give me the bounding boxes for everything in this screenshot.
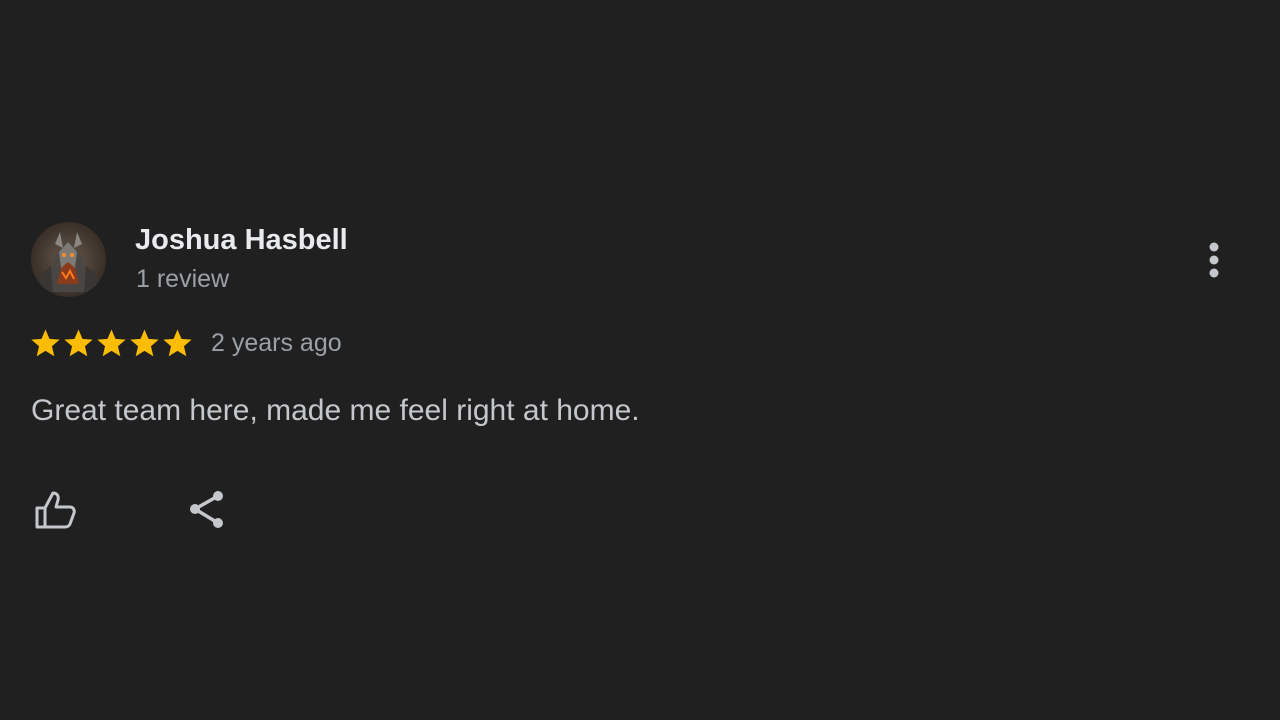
more-vert-icon — [1209, 242, 1219, 278]
star-icon — [64, 328, 93, 356]
review-text: Great team here, made me feel right at h… — [31, 394, 640, 427]
thumbs-up-icon — [35, 491, 76, 529]
share-icon — [190, 491, 223, 528]
rating-row: 2 years ago — [29, 325, 342, 361]
star-icon — [97, 328, 126, 356]
avatar-image — [31, 222, 106, 297]
review-card: Joshua Hasbell 1 review 2 years ago Grea… — [0, 0, 1280, 720]
star-icon — [130, 328, 159, 356]
star-icon — [31, 328, 60, 356]
author-avatar[interactable] — [31, 222, 106, 297]
author-name[interactable]: Joshua Hasbell — [135, 221, 348, 259]
star-rating — [29, 327, 194, 360]
share-button[interactable] — [180, 483, 232, 535]
review-timestamp: 2 years ago — [211, 329, 342, 357]
more-options-button[interactable] — [1192, 237, 1236, 283]
page: Joshua Hasbell 1 review 2 years ago Grea… — [0, 0, 1280, 720]
like-button[interactable] — [29, 483, 81, 535]
star-icon — [163, 328, 192, 356]
author-review-count[interactable]: 1 review — [136, 262, 229, 296]
